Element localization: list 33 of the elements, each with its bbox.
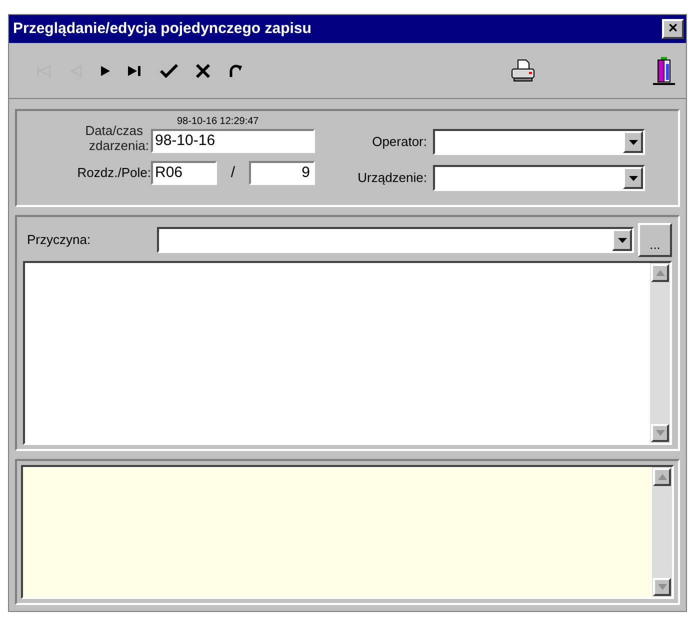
close-button[interactable]: × xyxy=(662,19,684,39)
scrollbar[interactable] xyxy=(652,467,672,597)
scroll-up-button[interactable] xyxy=(653,468,671,486)
door-exit-icon[interactable] xyxy=(652,56,676,86)
section-label: Rozdz./Pole: xyxy=(76,164,151,182)
down-arrow-icon xyxy=(658,584,666,590)
operator-label: Operator: xyxy=(371,133,427,152)
dropdown-field[interactable] xyxy=(433,129,645,155)
scroll-down-button[interactable] xyxy=(653,578,671,596)
memo-field[interactable] xyxy=(23,261,672,445)
scrollbar[interactable] xyxy=(650,263,670,443)
reason-label: Przyczyna: xyxy=(26,231,92,250)
browse-button[interactable]: ... xyxy=(638,223,672,257)
field-number-field[interactable]: 9 xyxy=(249,161,315,185)
dropdown-field[interactable] xyxy=(157,227,634,253)
slash-text: / xyxy=(230,162,236,183)
date-label-continued: zdarzenia: xyxy=(89,138,149,153)
scroll-up-button[interactable] xyxy=(651,264,669,282)
scroll-down-button[interactable] xyxy=(651,424,669,442)
dropdown-field[interactable] xyxy=(433,165,645,191)
section-field[interactable]: R06 xyxy=(151,161,217,185)
date-label: Data/czas xyxy=(85,123,144,138)
timestamp-text: 98-10-16 12:29:47 xyxy=(176,115,260,129)
printer-icon[interactable] xyxy=(510,58,536,82)
refresh-icon[interactable] xyxy=(227,62,243,78)
close-icon[interactable] xyxy=(195,62,211,78)
up-arrow-icon xyxy=(656,270,664,276)
up-arrow-icon xyxy=(658,474,666,480)
device-label: Urządzenie: xyxy=(356,169,427,188)
window-title: Przeglądanie/edycja pojedynczego zapisu xyxy=(13,18,312,39)
down-arrow-icon xyxy=(656,430,664,436)
check-icon[interactable] xyxy=(159,62,179,78)
date-field[interactable]: 98-10-16 xyxy=(151,129,315,153)
